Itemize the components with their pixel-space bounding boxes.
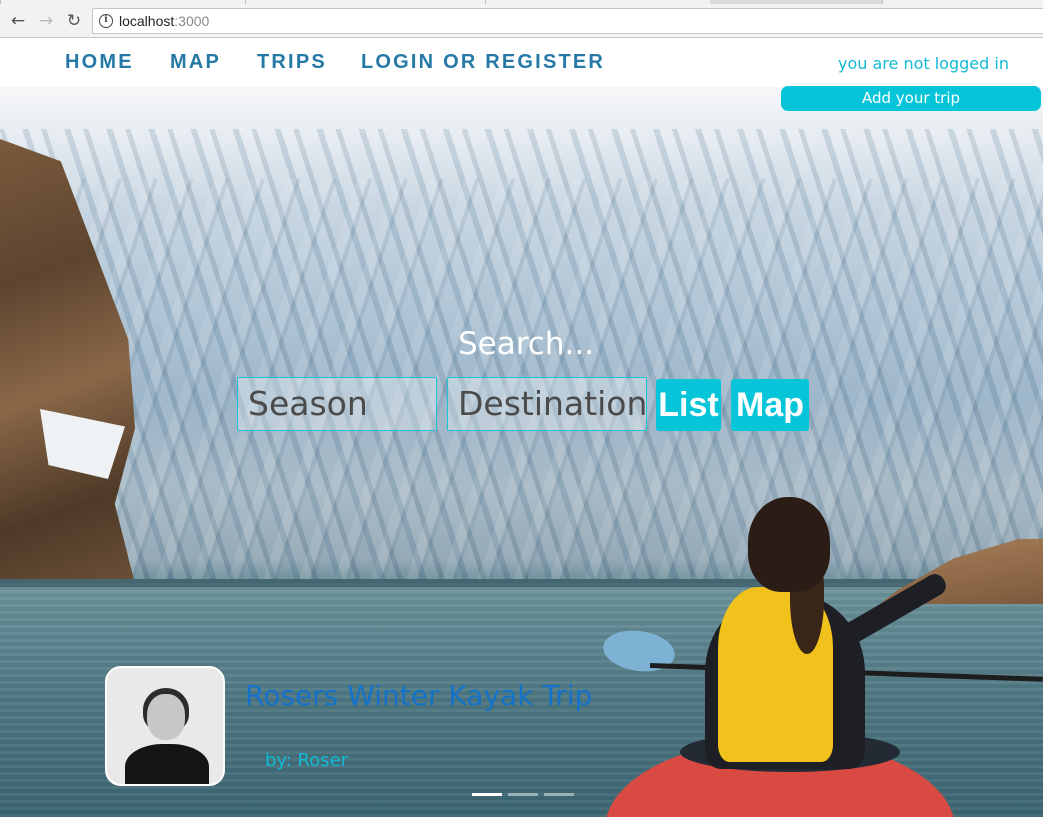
nav-home-link[interactable]: HOME	[65, 51, 134, 74]
forward-arrow-icon[interactable]: →	[36, 11, 56, 31]
season-input[interactable]: Season	[237, 377, 437, 431]
trip-author-avatar[interactable]	[105, 666, 225, 786]
main-navbar: HOME MAP TRIPS LOGIN OR REGISTER you are…	[0, 39, 1043, 87]
featured-trip-title[interactable]: Rosers Winter Kayak Trip	[245, 679, 592, 712]
destination-input[interactable]: Destination	[447, 377, 647, 431]
url-host: localhost	[119, 13, 175, 29]
avatar-body	[125, 744, 209, 784]
search-heading: Search...	[458, 326, 595, 362]
featured-trip-author: by: Roser	[265, 750, 349, 771]
login-status-text: you are not logged in	[838, 54, 1009, 73]
nav-map-link[interactable]: MAP	[170, 51, 221, 74]
nav-login-register-link[interactable]: LOGIN OR REGISTER	[361, 51, 605, 74]
browser-toolbar: ← → ↻ i localhost:3000	[0, 4, 1043, 38]
carousel-indicator[interactable]	[508, 793, 538, 796]
map-button[interactable]: Map	[731, 379, 809, 431]
add-trip-button[interactable]: Add your trip	[781, 86, 1041, 111]
kayaker-head	[748, 497, 830, 592]
address-url[interactable]: localhost:3000	[119, 13, 209, 29]
reload-icon[interactable]: ↻	[64, 11, 84, 31]
page-viewport: HOME MAP TRIPS LOGIN OR REGISTER you are…	[0, 39, 1043, 817]
list-button[interactable]: List	[656, 379, 721, 431]
shoreline	[0, 579, 1043, 587]
carousel-indicator[interactable]	[544, 793, 574, 796]
back-arrow-icon[interactable]: ←	[8, 11, 28, 31]
nav-trips-link[interactable]: TRIPS	[257, 51, 327, 74]
url-port: :3000	[174, 13, 210, 29]
address-bar[interactable]: i localhost:3000	[92, 8, 1043, 34]
info-icon[interactable]: i	[99, 14, 113, 28]
avatar-face	[147, 694, 185, 740]
carousel-indicator[interactable]	[472, 793, 502, 796]
